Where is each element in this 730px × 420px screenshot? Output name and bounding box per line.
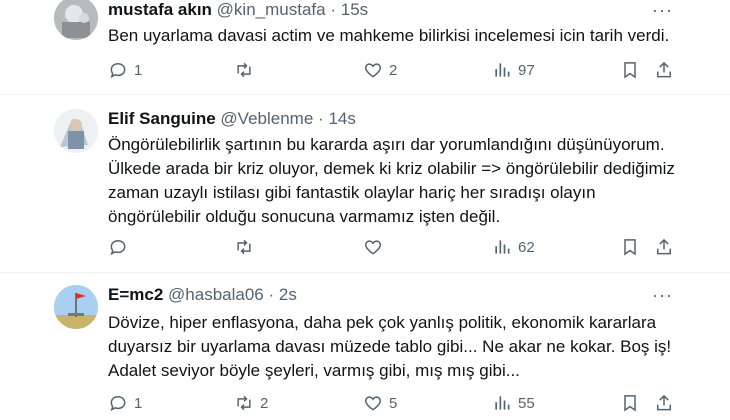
display-name[interactable]: E=mc2 [108,285,163,304]
avatar[interactable] [54,109,98,153]
retweet-button[interactable] [234,60,260,80]
more-icon[interactable]: ··· [652,0,673,21]
action-bar: 62 [108,237,678,261]
tweet-header: E=mc2 @hasbala06 · 2s [108,285,297,305]
action-bar: 1 2 97 [108,60,678,84]
views-count: 97 [518,61,535,79]
tweet-text: Dövize, hiper enflasyona, daha pek çok y… [108,311,708,383]
separator-dot: · [268,285,275,304]
tweet-text-line: duyarsız bir uyarlama davası müzede tabl… [108,337,672,356]
avatar-image [54,109,98,153]
reply-count: 1 [134,61,143,79]
views-icon [495,63,510,77]
share-icon [657,61,671,78]
avatar-image [54,285,98,329]
like-icon [364,63,382,78]
like-count: 2 [389,61,398,79]
bookmark-button[interactable] [620,237,640,257]
tweet-text-line: Ülkede arada bir kriz oluyor, demek ki k… [108,159,675,178]
reply-icon [110,395,126,412]
timestamp[interactable]: 2s [279,285,297,304]
reply-icon [110,239,126,256]
views-icon [495,396,510,410]
views-count: 55 [518,394,535,412]
tweet-text: Öngörülebilirlik şartının bu kararda aşı… [108,133,708,229]
display-name[interactable]: Elif Sanguine [108,109,216,128]
handle[interactable]: @hasbala06 [168,285,264,304]
like-button[interactable]: 2 [363,60,397,80]
tweet-1[interactable]: mustafa akın @kin_mustafa · 15s ··· Ben … [0,0,730,95]
share-icon [657,238,671,255]
separator-dot: · [318,109,324,128]
share-button[interactable] [654,237,674,257]
reply-icon [110,62,126,79]
like-button[interactable] [363,237,389,257]
retweet-button[interactable] [234,237,260,257]
handle[interactable]: @kin_mustafa [217,0,326,19]
share-button[interactable] [654,60,674,80]
retweet-count: 2 [260,394,269,412]
tweet-text: Ben uyarlama davasi actim ve mahkeme bil… [108,24,708,48]
views-button[interactable]: 62 [492,237,535,257]
tweet-header: mustafa akın @kin_mustafa · 15s [108,0,368,20]
handle[interactable]: @Veblenme [220,109,313,128]
bookmark-icon [624,239,636,256]
views-icon [495,240,510,254]
share-button[interactable] [654,393,674,413]
tweet-2[interactable]: Elif Sanguine @Veblenme · 14s Öngörülebi… [0,95,730,273]
bookmark-icon [624,62,636,79]
like-icon [364,396,382,411]
timestamp[interactable]: 15s [341,0,368,19]
views-button[interactable]: 97 [492,60,535,80]
avatar-image [54,0,98,40]
tweet-text-line: Ben uyarlama davasi actim ve mahkeme bil… [108,26,670,45]
retweet-icon [237,395,251,411]
tweet-text-line: öngörülebilir olduğu sonucuna varmamız i… [108,207,501,226]
bookmark-button[interactable] [620,60,640,80]
share-icon [657,394,671,411]
display-name[interactable]: mustafa akın [108,0,212,19]
tweet-3[interactable]: E=mc2 @hasbala06 · 2s ··· Dövize, hiper … [0,273,730,420]
retweet-icon [237,62,251,78]
timestamp[interactable]: 14s [328,109,355,128]
avatar[interactable] [54,285,98,329]
bookmark-button[interactable] [620,393,640,413]
bookmark-icon [624,395,636,412]
views-count: 62 [518,238,535,256]
tweet-header: Elif Sanguine @Veblenme · 14s [108,109,356,129]
tweet-text-line: Dövize, hiper enflasyona, daha pek çok y… [108,313,657,332]
like-count: 5 [389,394,398,412]
separator-dot: · [330,0,336,19]
like-icon [364,240,382,255]
reply-button[interactable]: 1 [108,393,142,413]
action-bar: 1 2 5 55 [108,393,678,417]
retweet-button[interactable]: 2 [234,393,268,413]
tweet-text-line: Öngörülebilirlik şartının bu kararda aşı… [108,135,665,154]
reply-button[interactable] [108,237,134,257]
reply-button[interactable]: 1 [108,60,142,80]
more-icon[interactable]: ··· [652,285,673,306]
tweet-text-line: zaman uzaylı istilası gibi fantastik ola… [108,183,596,202]
avatar[interactable] [54,0,98,40]
reply-count: 1 [134,394,143,412]
views-button[interactable]: 55 [492,393,535,413]
tweet-text-line: Adalet seviyor böyle şeyleri, varmış gib… [108,361,520,380]
retweet-icon [237,239,251,255]
like-button[interactable]: 5 [363,393,397,413]
